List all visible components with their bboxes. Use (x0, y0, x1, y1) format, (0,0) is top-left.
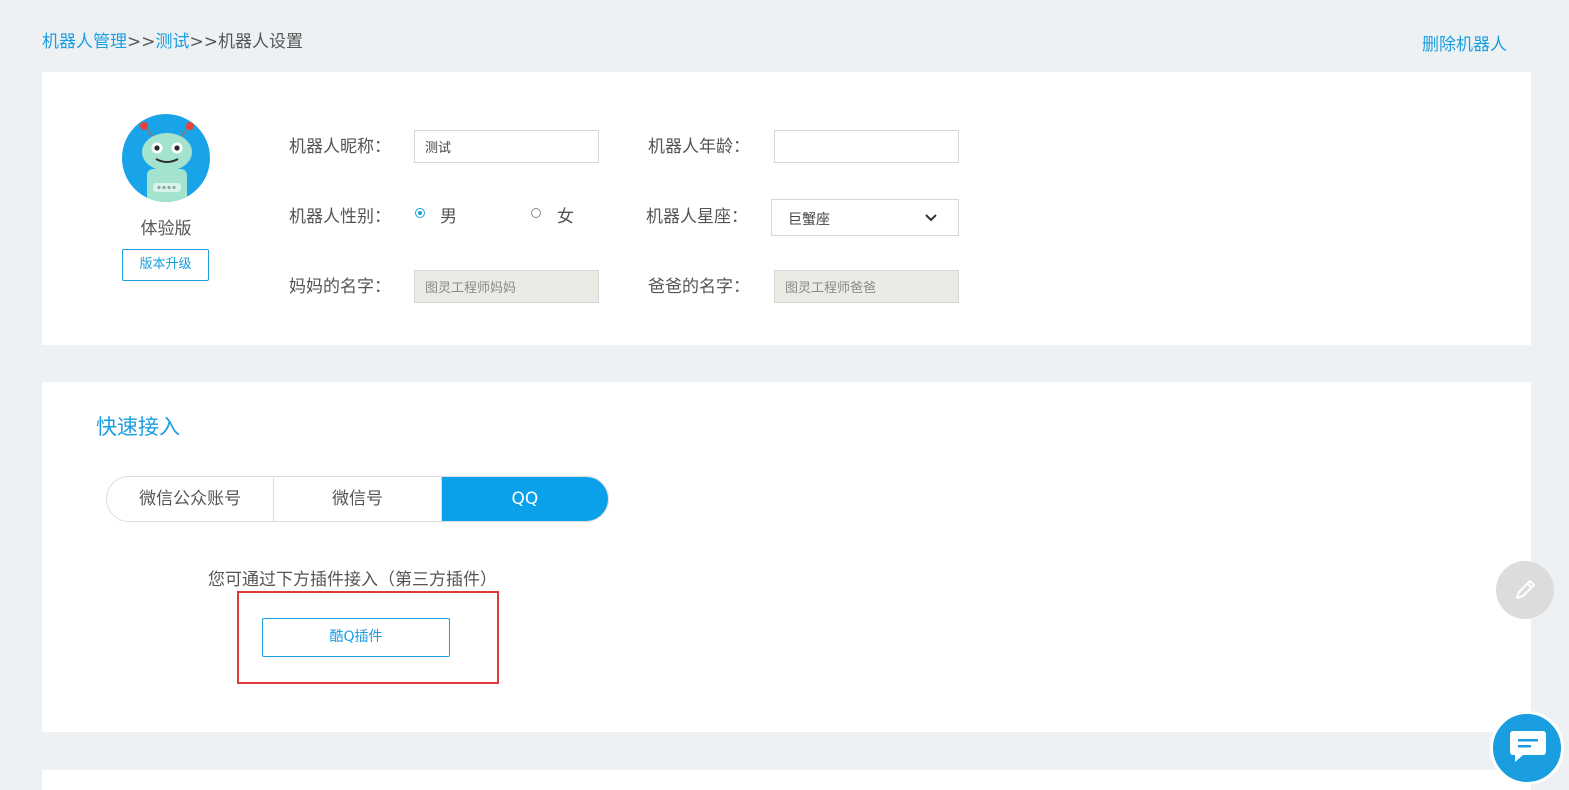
access-tabs: 微信公众账号 微信号 QQ (106, 476, 609, 522)
upgrade-version-button[interactable]: 版本升级 (122, 249, 209, 281)
gender-male-radio[interactable] (415, 208, 425, 218)
edition-label: 体验版 (140, 219, 192, 239)
gender-label: 机器人性别： (289, 207, 391, 227)
constellation-select[interactable]: 巨蟹座 (771, 199, 959, 236)
plugin-hint: 您可通过下方插件接入（第三方插件） (208, 570, 497, 590)
nickname-label: 机器人昵称： (289, 137, 391, 157)
breadcrumb-current: 机器人设置 (218, 32, 303, 52)
chevron-down-icon (924, 210, 938, 229)
pencil-icon (1511, 576, 1539, 608)
bottom-card (42, 770, 1531, 790)
age-input[interactable] (774, 130, 959, 163)
breadcrumb: 机器人管理>>测试>>机器人设置 (42, 27, 303, 52)
constellation-label: 机器人星座： (646, 207, 748, 227)
edit-button[interactable] (1496, 561, 1554, 619)
quick-access-card: 快速接入 微信公众账号 微信号 QQ 您可通过下方插件接入（第三方插件） 酷Q插… (42, 382, 1531, 732)
robot-profile-card: 体验版 版本升级 机器人昵称： 机器人年龄： 机器人性别： 男 女 机器人星座：… (42, 72, 1531, 345)
father-name-input (774, 270, 959, 303)
delete-robot-link[interactable]: 删除机器人 (1422, 30, 1507, 55)
tab-qq[interactable]: QQ (441, 477, 608, 521)
breadcrumb-separator: >> (189, 32, 219, 52)
gender-female-label[interactable]: 女 (557, 202, 574, 227)
section-title: 快速接入 (96, 415, 180, 439)
coolq-plugin-button[interactable]: 酷Q插件 (262, 618, 450, 657)
gender-female-radio[interactable] (531, 208, 541, 218)
tab-wechat-official-account[interactable]: 微信公众账号 (107, 477, 275, 521)
father-name-label: 爸爸的名字： (648, 277, 750, 297)
tab-wechat[interactable]: 微信号 (274, 477, 442, 521)
breadcrumb-robot-management[interactable]: 机器人管理 (42, 32, 127, 52)
nickname-input[interactable] (414, 130, 599, 163)
chat-bubble-icon (1509, 728, 1547, 768)
mother-name-input (414, 270, 599, 303)
chat-button[interactable] (1490, 711, 1564, 785)
robot-avatar-icon (122, 114, 210, 202)
mother-name-label: 妈妈的名字： (289, 277, 391, 297)
breadcrumb-robot-name[interactable]: 测试 (156, 32, 190, 52)
constellation-value: 巨蟹座 (788, 212, 830, 228)
breadcrumb-separator: >> (127, 32, 156, 52)
age-label: 机器人年龄： (648, 137, 750, 157)
gender-male-label[interactable]: 男 (440, 202, 457, 227)
